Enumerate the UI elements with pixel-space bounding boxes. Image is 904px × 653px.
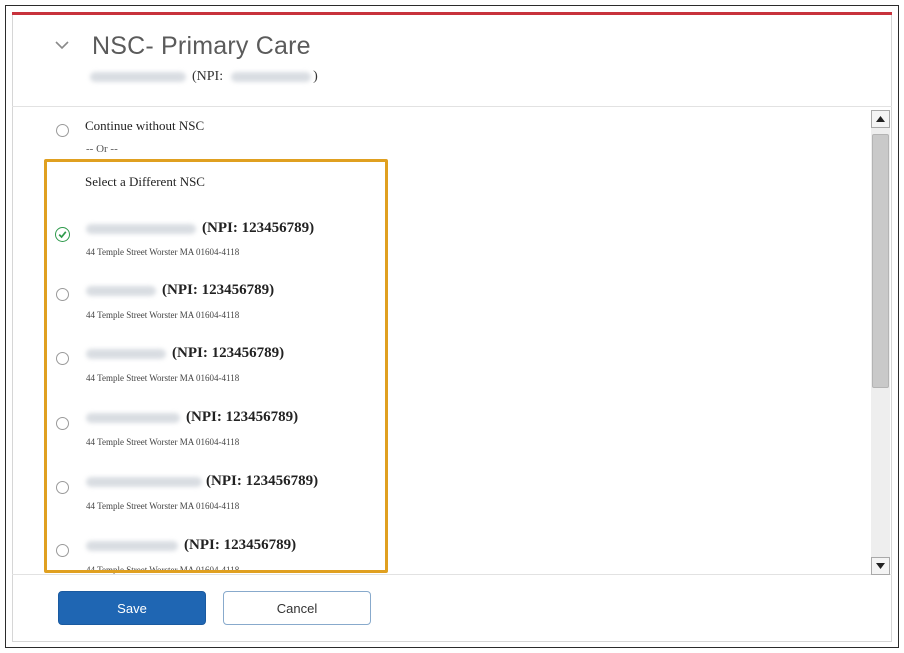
provider-radio[interactable] [56,288,69,301]
check-circle-icon[interactable] [55,227,70,242]
provider-npi: (NPI: 123456789) [202,220,315,236]
scrollbar-thumb[interactable] [872,134,889,388]
provider-address: 44 Temple Street Worster MA 01604-4118 [86,247,240,257]
cancel-button[interactable]: Cancel [223,591,371,625]
page-title: NSC- Primary Care [92,32,311,60]
or-separator: -- Or -- [86,143,118,155]
redacted-provider-name [86,223,196,234]
provider-address: 44 Temple Street Worster MA 01604-4118 [86,565,240,575]
provider-radio[interactable] [56,417,69,430]
redacted-provider-name [86,412,180,423]
redacted-npi [231,72,312,82]
options-scroll-area[interactable]: Continue without NSC -- Or -- Select a D… [12,108,892,575]
provider-address: 44 Temple Street Worster MA 01604-4118 [86,373,240,383]
provider-address: 44 Temple Street Worster MA 01604-4118 [86,501,240,511]
redacted-provider-name [86,285,156,296]
provider-npi: (NPI: 123456789) [184,537,297,553]
npi-prefix: (NPI: [192,69,224,84]
vertical-scrollbar[interactable] [871,110,890,575]
chevron-down-icon[interactable] [53,36,71,54]
provider-name: (NPI: 123456789) [86,282,274,299]
select-different-label: Select a Different NSC [85,174,205,189]
provider-address: 44 Temple Street Worster MA 01604-4118 [86,437,240,447]
arrow-up-icon[interactable] [871,110,890,128]
provider-name: (NPI: 123456789) [86,409,298,426]
arrow-down-icon[interactable] [871,557,890,575]
provider-name: (NPI: 123456789) [86,220,314,237]
provider-address: 44 Temple Street Worster MA 01604-4118 [86,310,240,320]
provider-npi: (NPI: 123456789) [162,282,275,298]
continue-without-label: Continue without NSC [85,118,205,133]
npi-suffix: ) [313,69,318,84]
panel-footer: Save Cancel [12,577,892,641]
provider-npi: (NPI: 123456789) [186,409,299,425]
panel-header: NSC- Primary Care (NPI: ) [12,15,892,107]
provider-name: (NPI: 123456789) [86,537,296,554]
save-button[interactable]: Save [58,591,206,625]
continue-without-radio[interactable] [56,124,69,137]
provider-name: (NPI: 123456789) [86,473,318,490]
provider-radio[interactable] [56,481,69,494]
provider-npi: (NPI: 123456789) [206,473,319,489]
provider-subtitle: (NPI: ) [90,67,318,87]
redacted-provider-name [86,540,178,551]
redacted-provider-name [86,476,202,487]
redacted-provider-name [86,348,166,359]
provider-npi: (NPI: 123456789) [172,345,285,361]
provider-name: (NPI: 123456789) [86,345,284,362]
provider-radio[interactable] [56,544,69,557]
redacted-name [90,72,186,82]
provider-radio[interactable] [56,352,69,365]
